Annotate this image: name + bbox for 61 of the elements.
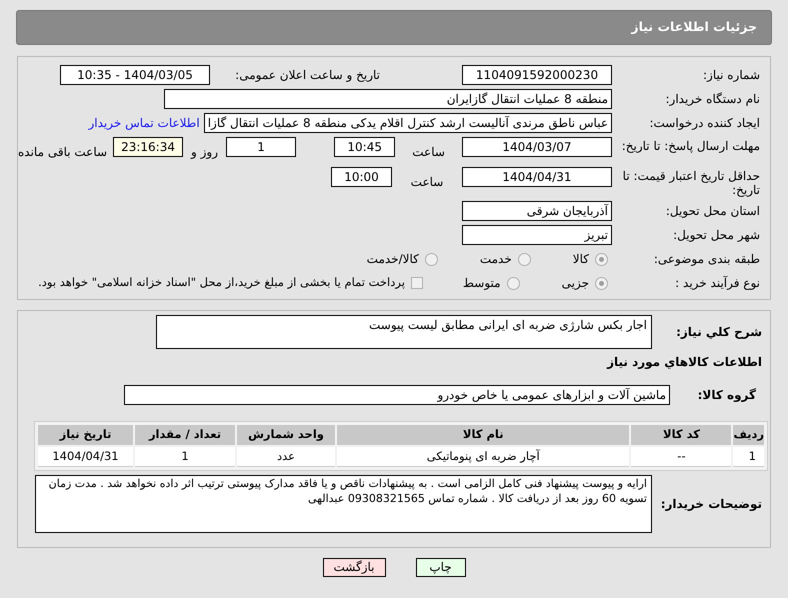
field-label: ساعت (412, 145, 445, 159)
radio-label: کالا (572, 251, 589, 268)
radio-button[interactable] (424, 252, 438, 266)
text-field[interactable]: 1404/03/05 - 10:35 (60, 65, 210, 85)
back-button[interactable]: بازگشت (322, 558, 386, 577)
text-field[interactable]: 10:45 (334, 137, 396, 157)
text-field[interactable]: 23:16:34 (113, 137, 184, 157)
radio-button[interactable] (518, 252, 531, 266)
field-label: تاریخ و ساعت اعلان عمومی: (234, 68, 381, 82)
table-cell: 1 (733, 447, 764, 467)
table-cell: 1404/04/31 (38, 447, 133, 467)
print-button[interactable]: چاپ (416, 558, 466, 577)
page-title: جزئیات اطلاعات نیاز (631, 18, 757, 36)
text-field[interactable]: ماشین آلات و ابزارهای عمومی یا خاص خودرو (124, 385, 670, 405)
radio-label: متوسط (462, 275, 501, 292)
radio-button[interactable] (595, 276, 608, 290)
radio-label: کالا/خدمت (366, 251, 419, 268)
field-label: ساعت باقی مانده (18, 145, 108, 159)
field-label: ایجاد کننده درخواست: (648, 116, 760, 130)
text-field[interactable]: 10:00 (331, 167, 392, 187)
column-header: کد کالا (631, 425, 732, 445)
field-label: شماره نیاز: (702, 68, 760, 82)
field-label: استان محل تحویل: (664, 204, 760, 218)
column-header: نام کالا (337, 425, 630, 445)
field-label: گروه کالا: (696, 388, 757, 402)
contact-link[interactable]: اطلاعات تماس خریدار (88, 114, 200, 132)
text-field[interactable]: تبریز (462, 225, 612, 245)
field-label: طبقه بندی موضوعی: (652, 252, 760, 266)
column-header: تاریخ نیاز (38, 425, 133, 445)
radio-label: جزیی (562, 275, 589, 292)
column-header: ردیف (733, 425, 764, 445)
radio-label: خدمت (480, 251, 512, 268)
field-label: نوع فرآیند خرید : (674, 276, 760, 290)
field-label: شرح کلي نياز: (675, 325, 762, 339)
field-label: روز و (191, 145, 218, 159)
table-cell: آچار ضربه ای پنوماتیکی (337, 447, 630, 467)
field-label: توضیحات خریدار: (660, 497, 762, 511)
description-area[interactable]: اجار بکس شارژی ضربه ای ایرانی مطابق لیست پیوست (156, 315, 652, 349)
text-field[interactable]: 1404/04/31 (462, 167, 612, 187)
section-heading: اطلاعات کالاهاي مورد نياز (606, 354, 762, 371)
field-label: ساعت (410, 175, 444, 189)
text-field[interactable]: منطقه 8 عملیات انتقال گازایران (164, 89, 612, 109)
table-cell: -- (631, 447, 732, 467)
table-cell: 1 (135, 447, 235, 467)
text-field[interactable]: 1 (226, 137, 296, 157)
checkbox-label: پرداخت تمام یا بخشی از مبلغ خرید،از محل "اسناد خزانه اسلامی" خواهد بود. (38, 274, 405, 292)
text-field[interactable]: 1104091592000230 (462, 65, 612, 85)
field-label: حداقل تاریخ اعتبار قیمت: تا تاریخ: (622, 168, 760, 197)
table-cell: عدد (237, 447, 335, 467)
radio-button[interactable] (595, 252, 608, 266)
text-field[interactable]: آذربایجان شرقی (462, 201, 612, 221)
text-field[interactable]: 1404/03/07 (462, 137, 612, 157)
field-label: شهر محل تحویل: (672, 228, 760, 242)
radio-button[interactable] (506, 276, 520, 290)
column-header: تعداد / مقدار (135, 425, 235, 445)
notes-area[interactable]: ارایه و پیوست پیشنهاد فنی کامل الزامی است . به پیشنهادات ناقص و یا فاقد مدارک پیوستی ترتیب اثر داده نخواهد شد . مدت زمان تسویه 60 روز بعد از دریافت کالا . شماره تماس 09308321565 عبدالهی (35, 475, 652, 533)
field-label: مهلت ارسال پاسخ: تا تاریخ: (620, 138, 760, 153)
text-field[interactable]: عباس ناطق مرندی آنالیست ارشد کنترل اقلام یدکی منطقه 8 عملیات انتقال گازا (204, 113, 612, 133)
column-header: واحد شمارش (237, 425, 335, 445)
field-label: نام دستگاه خریدار: (664, 92, 760, 106)
checkbox[interactable] (410, 277, 423, 289)
